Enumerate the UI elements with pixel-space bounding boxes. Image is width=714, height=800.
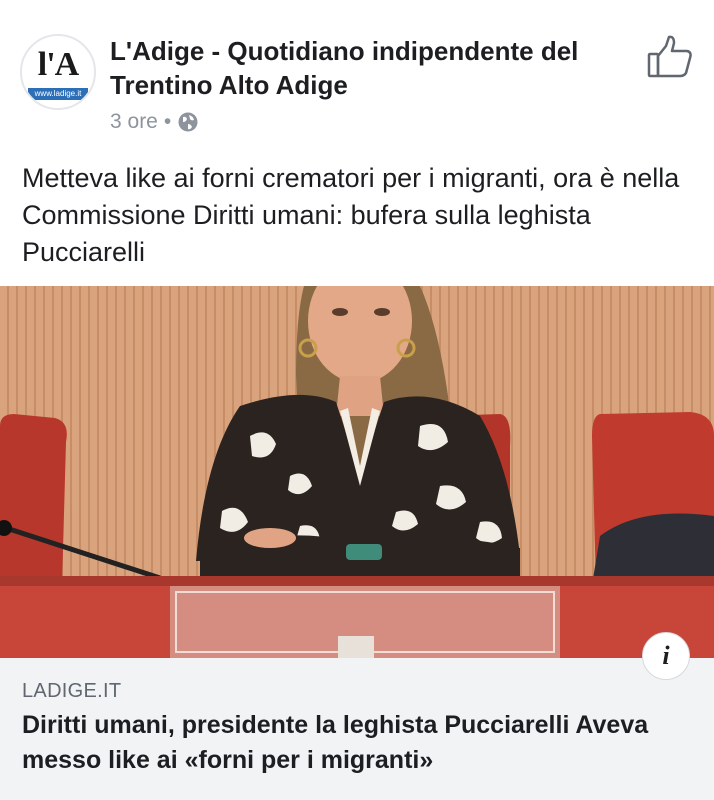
link-preview-card[interactable]: LADIGE.IT Diritti umani, presidente la l…	[0, 658, 714, 800]
post-text: Metteva like ai forni crematori per i mi…	[22, 163, 680, 267]
globe-icon	[177, 111, 199, 133]
ladige-logo-url: www.ladige.it	[28, 88, 88, 100]
meta-separator: •	[163, 110, 172, 133]
like-button[interactable]	[646, 34, 694, 80]
link-domain: LADIGE.IT	[22, 680, 122, 702]
page-name-link[interactable]: L'Adige - Quotidiano indipendente del Tr…	[110, 34, 630, 102]
post-meta: 3 ore •	[110, 110, 199, 134]
post-timestamp[interactable]: 3 ore	[110, 110, 158, 134]
info-icon[interactable]: i	[642, 632, 690, 680]
thumbs-up-icon	[647, 35, 692, 78]
post-header: l'A www.ladige.it L'Adige - Quotidiano i…	[0, 0, 714, 150]
page-avatar[interactable]: l'A www.ladige.it	[20, 34, 96, 110]
ladige-logo: l'A	[37, 46, 79, 83]
link-title[interactable]: Diritti umani, presidente la leghista Pu…	[22, 708, 692, 778]
article-photo[interactable]	[0, 286, 714, 658]
